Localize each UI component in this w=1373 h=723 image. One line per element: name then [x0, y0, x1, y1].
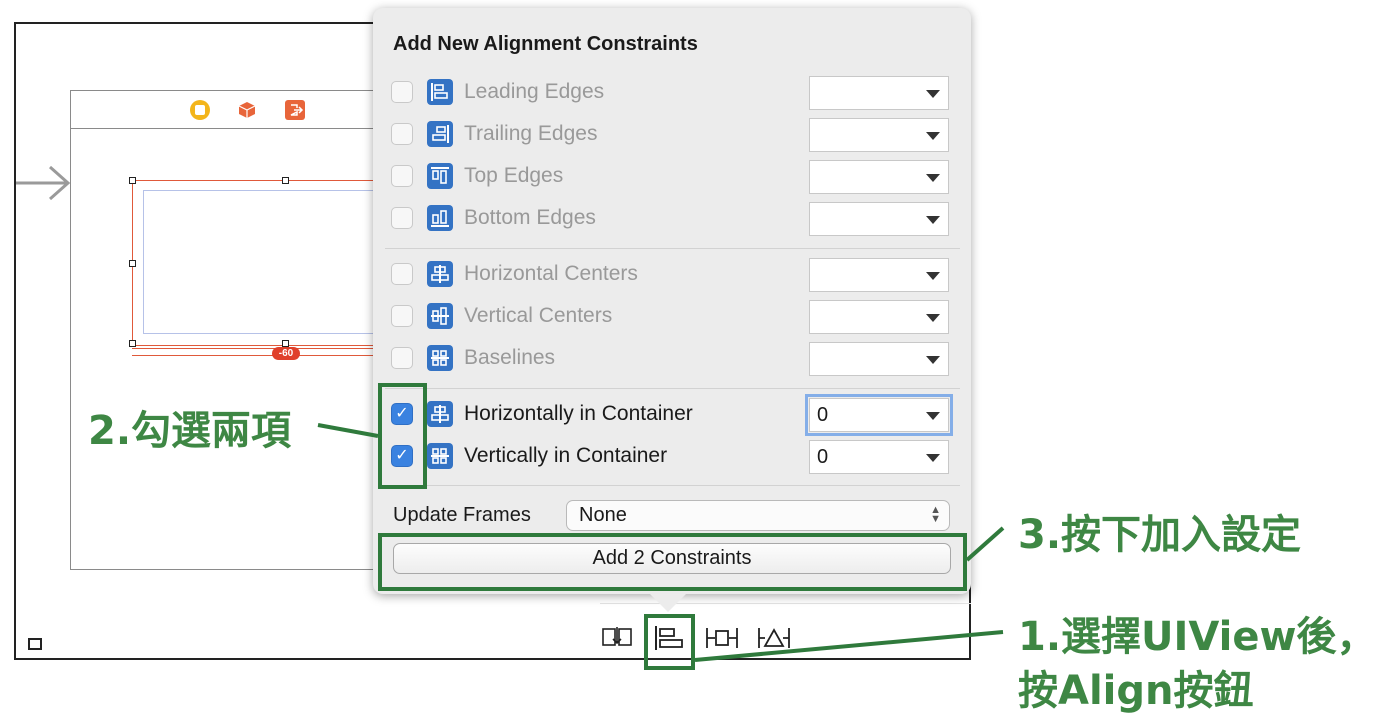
annotation-step1-line1: 1.選擇UIView後， — [1018, 614, 1373, 660]
annotation-step3: 3.按下加入設定 — [1018, 512, 1302, 558]
annotation-step2: 2.勾選兩項 — [88, 408, 292, 454]
annotation-step1-line2: 按Align按鈕 — [1018, 668, 1254, 714]
